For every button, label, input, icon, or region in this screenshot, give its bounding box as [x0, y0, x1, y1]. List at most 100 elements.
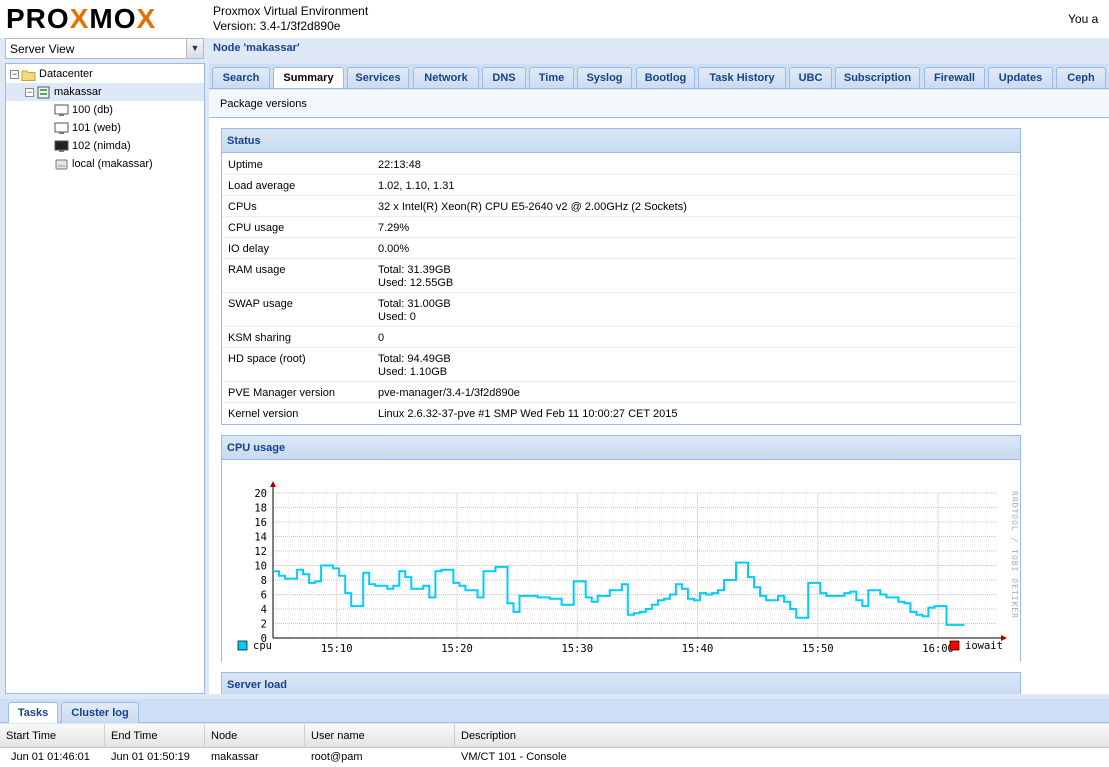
tab-bootlog[interactable]: Bootlog [636, 67, 695, 88]
column-header-start-time[interactable]: Start Time [0, 724, 105, 748]
y-tick-label: 14 [254, 532, 267, 544]
tab-search[interactable]: Search [212, 67, 270, 88]
tree-item-label: makassar [54, 86, 102, 98]
x-tick-label: 16:00 [922, 643, 954, 655]
tab-syslog[interactable]: Syslog [577, 67, 632, 88]
storage-disk-icon [54, 158, 69, 171]
column-header-user-name[interactable]: User name [305, 724, 455, 748]
collapse-icon[interactable]: − [25, 87, 34, 97]
y-tick-label: 12 [254, 546, 267, 558]
status-key: HD space (root) [228, 353, 306, 365]
tasks-grid-header: Start Time End Time Node User name Descr… [0, 724, 1109, 748]
tab-network[interactable]: Network [413, 67, 479, 88]
tab-task-history[interactable]: Task History [698, 67, 786, 88]
package-versions-button[interactable]: Package versions [220, 98, 307, 110]
status-row: Kernel version Linux 2.6.32-37-pve #1 SM… [222, 403, 1019, 424]
status-key: SWAP usage [228, 298, 293, 310]
x-tick-label: 15:30 [561, 643, 593, 655]
status-key: Kernel version [228, 408, 299, 420]
server-view-value: Server View [10, 42, 75, 56]
status-value: 1.02, 1.10, 1.31 [378, 180, 455, 192]
vm-monitor-icon [54, 104, 69, 117]
table-row[interactable]: Jun 01 01:46:01 Jun 01 01:50:19 makassar… [0, 748, 1109, 767]
column-header-node[interactable]: Node [205, 724, 305, 748]
cell-node: makassar [211, 751, 259, 763]
tab-dns[interactable]: DNS [482, 67, 526, 88]
tab-firewall[interactable]: Firewall [924, 67, 985, 88]
tab-services[interactable]: Services [347, 67, 409, 88]
collapse-icon[interactable]: − [10, 69, 19, 79]
tab-cluster-log[interactable]: Cluster log [61, 702, 139, 723]
column-header-end-time[interactable]: End Time [105, 724, 205, 748]
tab-tasks[interactable]: Tasks [8, 702, 58, 723]
status-row: SWAP usage Total: 31.00GB Used: 0 [222, 293, 1019, 327]
rrdtool-watermark: RRDTOOL / TOBI OETIKER [1010, 491, 1019, 619]
y-tick-label: 10 [254, 561, 267, 573]
tab-ceph[interactable]: Ceph [1056, 67, 1106, 88]
y-tick-label: 20 [254, 488, 267, 500]
status-key: PVE Manager version [228, 387, 335, 399]
status-value: 32 x Intel(R) Xeon(R) CPU E5-2640 v2 @ 2… [378, 201, 687, 213]
tab-subscription[interactable]: Subscription [835, 67, 920, 88]
x-tick-label: 15:50 [802, 643, 834, 655]
tree-item-label: Datacenter [39, 68, 93, 80]
tab-summary[interactable]: Summary [273, 67, 344, 88]
status-value: Linux 2.6.32-37-pve #1 SMP Wed Feb 11 10… [378, 408, 678, 420]
status-key: Uptime [228, 159, 263, 171]
status-value: 0 [378, 332, 385, 344]
status-row: CPU usage 7.29% [222, 217, 1019, 238]
y-tick-label: 8 [261, 575, 267, 587]
tree-item-vm-100[interactable]: 100 (db) [54, 101, 113, 119]
status-row: PVE Manager version pve-manager/3.4-1/3f… [222, 382, 1019, 403]
log-tab-bar: Tasks Cluster log [0, 699, 1109, 723]
login-info: You a [1068, 12, 1099, 26]
tree-item-datacenter[interactable]: − Datacenter [10, 65, 93, 83]
x-tick-label: 15:40 [682, 643, 714, 655]
status-value: 7.29% [378, 222, 410, 234]
tab-time[interactable]: Time [529, 67, 574, 88]
status-row: RAM usage Total: 31.39GB Used: 12.55GB [222, 259, 1019, 293]
status-key: CPU usage [228, 222, 285, 234]
tree-item-storage-local[interactable]: local (makassar) [54, 155, 153, 173]
cpu-usage-chart: 0246810121416182015:10 15:20 15:30 15:40 15:… [222, 461, 1020, 662]
tree-item-vm-101[interactable]: 101 (web) [54, 119, 121, 137]
server-load-panel-title: Server load [222, 673, 1020, 694]
status-row: HD space (root) Total: 94.49GB Used: 1.1… [222, 348, 1019, 382]
node-title: Node 'makassar' [213, 42, 300, 54]
status-value: 0.00% [378, 243, 410, 255]
summary-toolbar: Package versions [209, 90, 1109, 118]
tree-item-makassar[interactable]: − makassar [6, 83, 204, 101]
datacenter-folder-icon [21, 68, 36, 81]
tree-item-label: 100 (db) [72, 104, 113, 116]
server-view-select[interactable]: Server View ▼ [5, 38, 204, 59]
status-value-secondary: Used: 0 [378, 311, 416, 323]
tree-item-label: 102 (nimda) [72, 140, 131, 152]
x-tick-label: 15:10 [321, 643, 353, 655]
status-value: Total: 31.00GB [378, 298, 451, 310]
y-tick-label: 18 [254, 503, 267, 515]
status-row: Load average 1.02, 1.10, 1.31 [222, 175, 1019, 196]
status-value: pve-manager/3.4-1/3f2d890e [378, 387, 520, 399]
status-value-secondary: Used: 1.10GB [378, 366, 448, 378]
cell-end-time: Jun 01 01:50:19 [111, 751, 190, 763]
node-server-icon [36, 86, 51, 99]
tab-updates[interactable]: Updates [988, 67, 1053, 88]
column-header-description[interactable]: Description [455, 724, 1109, 748]
chevron-down-icon[interactable]: ▼ [186, 39, 203, 58]
cell-start-time: Jun 01 01:46:01 [11, 751, 90, 763]
legend-swatch-iowait [949, 640, 960, 651]
tab-ubc[interactable]: UBC [789, 67, 832, 88]
y-tick-label: 6 [261, 590, 267, 602]
legend-label-iowait: iowait [965, 640, 1003, 652]
summary-content: Status Uptime 22:13:48 Load average 1.02… [209, 118, 1109, 694]
cpu-usage-panel: CPU usage 0 2 4 6 8 10 12 14 16 18 20 15:10 15:20 15:… [221, 435, 1021, 662]
x-tick-label: 15:20 [441, 643, 473, 655]
cpu-panel-title: CPU usage [222, 436, 1020, 460]
header-bar: PROXMOX Proxmox Virtual Environment Vers… [0, 0, 1109, 38]
status-key: CPUs [228, 201, 257, 213]
cell-user-name: root@pam [311, 751, 363, 763]
status-row: IO delay 0.00% [222, 238, 1019, 259]
tree-item-vm-102[interactable]: 102 (nimda) [54, 137, 131, 155]
status-key: KSM sharing [228, 332, 291, 344]
resource-tree: − Datacenter − makassar 100 (db) 101 (web)… [5, 63, 205, 694]
